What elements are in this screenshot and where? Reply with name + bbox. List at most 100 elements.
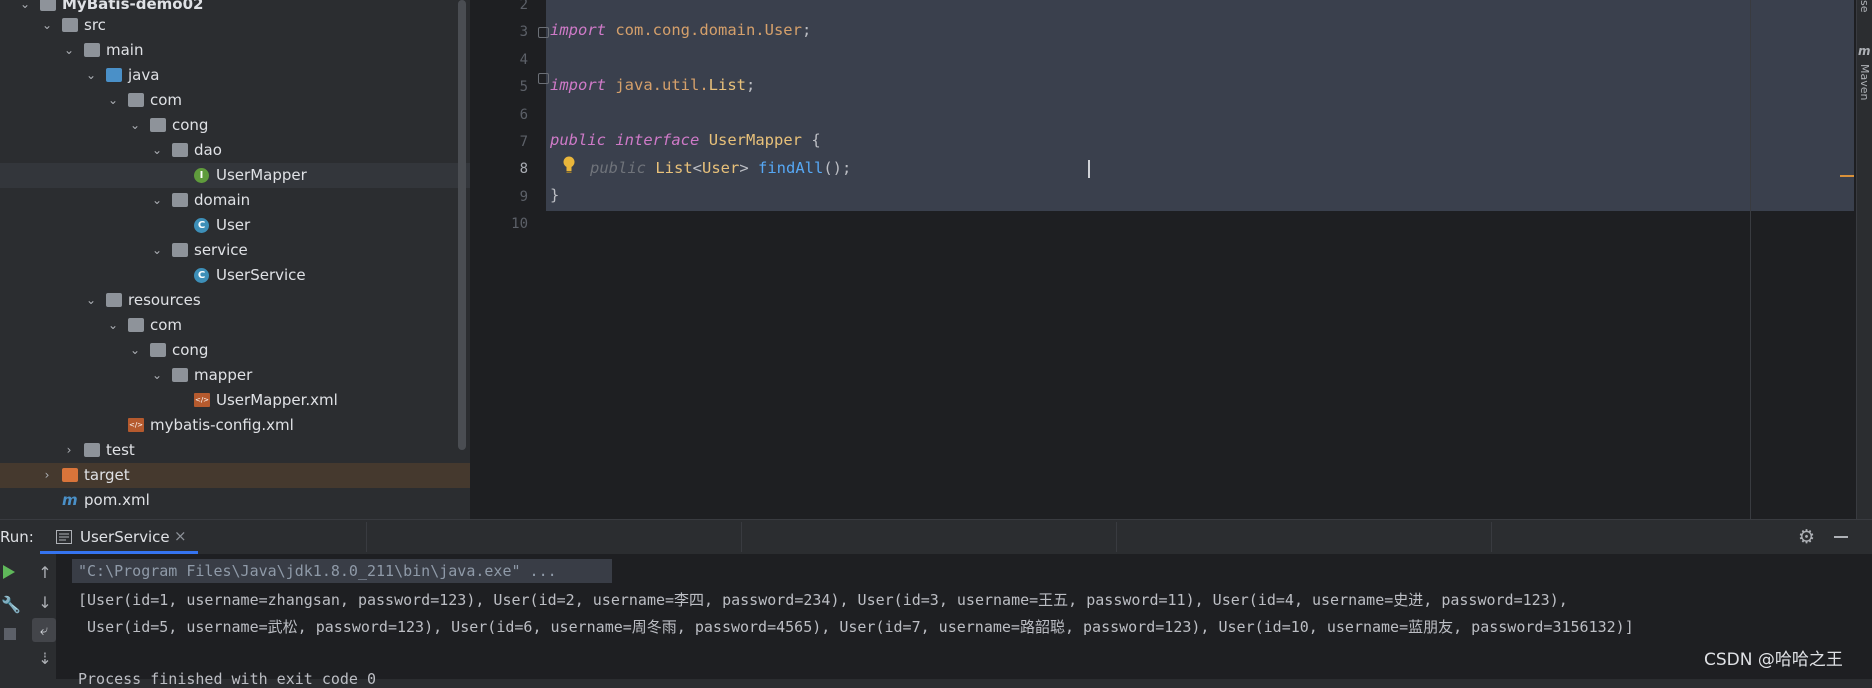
package-icon <box>150 118 166 132</box>
soft-wrap-icon[interactable]: ⤶ <box>32 618 56 642</box>
run-tab-label[interactable]: UserService <box>80 528 170 546</box>
line-number: 3 <box>519 24 528 41</box>
tree-item-cong[interactable]: ⌄ cong <box>0 113 470 138</box>
tree-item-label: dao <box>194 141 222 159</box>
excluded-folder-icon <box>62 468 78 482</box>
line-gutter: 2 3 4 5 6 7 8 9 10 <box>470 0 542 519</box>
code-line-9: } <box>550 186 560 204</box>
wrench-icon[interactable]: 🔧 <box>0 594 22 616</box>
header-divider <box>741 522 742 552</box>
stop-icon[interactable] <box>4 628 16 640</box>
fold-icon[interactable] <box>538 27 549 38</box>
tree-item-mybatis-config-xml[interactable]: </> mybatis-config.xml <box>0 413 470 438</box>
code-editor[interactable]: 2 3 4 5 6 7 8 9 10 import com.cong.domain.User; … <box>470 0 1872 519</box>
xml-file-icon: </> <box>128 418 144 432</box>
header-divider <box>1116 522 1117 552</box>
tree-item-user[interactable]: C User <box>0 213 470 238</box>
tree-scrollbar[interactable] <box>458 0 466 450</box>
rerun-icon[interactable] <box>2 564 16 580</box>
tree-item-mapper[interactable]: ⌄ mapper <box>0 363 470 388</box>
interface-icon: I <box>194 168 209 183</box>
tree-item-com[interactable]: ⌄ com <box>0 88 470 113</box>
tree-item-dao[interactable]: ⌄ dao <box>0 138 470 163</box>
lightbulb-icon[interactable] <box>562 156 576 174</box>
xml-file-icon: </> <box>194 393 210 407</box>
tree-item-label: src <box>84 16 106 34</box>
chevron-down-icon[interactable]: ⌄ <box>62 38 76 63</box>
source-folder-icon <box>106 68 122 82</box>
tree-item-label: domain <box>194 191 251 209</box>
line-number: 5 <box>519 79 528 96</box>
tree-item-label: pom.xml <box>84 491 150 509</box>
tree-item-com[interactable]: ⌄ com <box>0 313 470 338</box>
chevron-down-icon[interactable]: ⌄ <box>150 238 164 263</box>
tree-item-target[interactable]: › target <box>0 463 470 488</box>
tree-item-test[interactable]: › test <box>0 438 470 463</box>
line-number: 7 <box>519 134 528 150</box>
tree-item-src[interactable]: ⌄ src <box>0 13 470 38</box>
class-icon: C <box>194 218 209 233</box>
tree-item-main[interactable]: ⌄ main <box>0 38 470 63</box>
folder-icon <box>150 343 166 357</box>
tree-item-label: main <box>106 41 144 59</box>
tree-item-resources[interactable]: ⌄ resources <box>0 288 470 313</box>
database-tool-label[interactable]: se <box>1858 0 1871 13</box>
tree-item-label: resources <box>128 291 201 309</box>
module-icon <box>40 0 56 11</box>
code-line-8: public List<User> findAll(); <box>590 159 852 177</box>
run-toolbar: ↑ 🔧 ↓ ⤶ ⇣ <box>0 554 56 679</box>
chevron-down-icon[interactable]: ⌄ <box>150 138 164 163</box>
maven-icon: m <box>62 491 78 509</box>
tree-item-label: cong <box>172 116 209 134</box>
chevron-down-icon[interactable]: ⌄ <box>106 313 120 338</box>
tree-item-label: java <box>128 66 160 84</box>
tree-item-java[interactable]: ⌄ java <box>0 63 470 88</box>
tree-item-label: mybatis-config.xml <box>150 416 294 434</box>
line-number: 2 <box>519 0 528 13</box>
tree-item-label: UserService <box>216 266 306 284</box>
console-icon <box>56 530 72 544</box>
maven-tool-label[interactable]: Maven <box>1858 64 1871 100</box>
project-tree: ⌄ MyBatis-demo02 ⌄ src ⌄ main ⌄ java ⌄ com ⌄ cong ⌄ d… <box>0 0 470 519</box>
tree-item-usermapper-xml[interactable]: </> UserMapper.xml <box>0 388 470 413</box>
folder-icon <box>62 18 78 32</box>
chevron-down-icon[interactable]: ⌄ <box>150 188 164 213</box>
chevron-right-icon[interactable]: › <box>40 463 54 488</box>
chevron-right-icon[interactable]: › <box>62 438 76 463</box>
chevron-down-icon[interactable]: ⌄ <box>150 363 164 388</box>
output-line: "C:\Program Files\Java\jdk1.8.0_211\bin\… <box>78 562 557 580</box>
gear-icon[interactable]: ⚙ <box>1798 526 1815 548</box>
text-caret <box>1088 160 1090 178</box>
code-line-5: import java.util.List; <box>550 76 756 94</box>
chevron-down-icon[interactable]: ⌄ <box>128 338 142 363</box>
minimize-icon[interactable] <box>1834 536 1848 538</box>
chevron-down-icon[interactable]: ⌄ <box>106 88 120 113</box>
chevron-down-icon[interactable]: ⌄ <box>128 113 142 138</box>
tree-item-cong[interactable]: ⌄ cong <box>0 338 470 363</box>
chevron-down-icon[interactable]: ⌄ <box>40 13 54 38</box>
code-line-7: public interface UserMapper { <box>550 131 821 149</box>
arrow-up-icon[interactable]: ↑ <box>34 562 56 584</box>
error-stripe-marker[interactable] <box>1840 175 1854 177</box>
header-divider <box>366 522 367 552</box>
output-line: Process finished with exit code 0 <box>78 670 377 688</box>
chevron-down-icon[interactable]: ⌄ <box>84 63 98 88</box>
chevron-down-icon[interactable]: ⌄ <box>84 288 98 313</box>
tree-item-label: cong <box>172 341 209 359</box>
class-icon: C <box>194 268 209 283</box>
tree-item-service[interactable]: ⌄ service <box>0 238 470 263</box>
maven-icon[interactable]: m <box>1858 44 1872 58</box>
tree-item-pom-xml[interactable]: m pom.xml <box>0 488 470 513</box>
folder-icon <box>84 443 100 457</box>
run-label: Run: <box>0 528 34 546</box>
tree-item-domain[interactable]: ⌄ domain <box>0 188 470 213</box>
scroll-to-end-icon[interactable]: ⇣ <box>34 648 56 670</box>
arrow-down-icon[interactable]: ↓ <box>34 592 56 614</box>
tree-item-label: com <box>150 316 183 334</box>
close-icon[interactable]: × <box>174 527 187 545</box>
folder-icon <box>84 43 100 57</box>
fold-icon[interactable] <box>538 73 549 84</box>
line-number: 10 <box>511 216 528 233</box>
tree-item-usermapper[interactable]: I UserMapper <box>0 163 470 188</box>
tree-item-userservice[interactable]: C UserService <box>0 263 470 288</box>
